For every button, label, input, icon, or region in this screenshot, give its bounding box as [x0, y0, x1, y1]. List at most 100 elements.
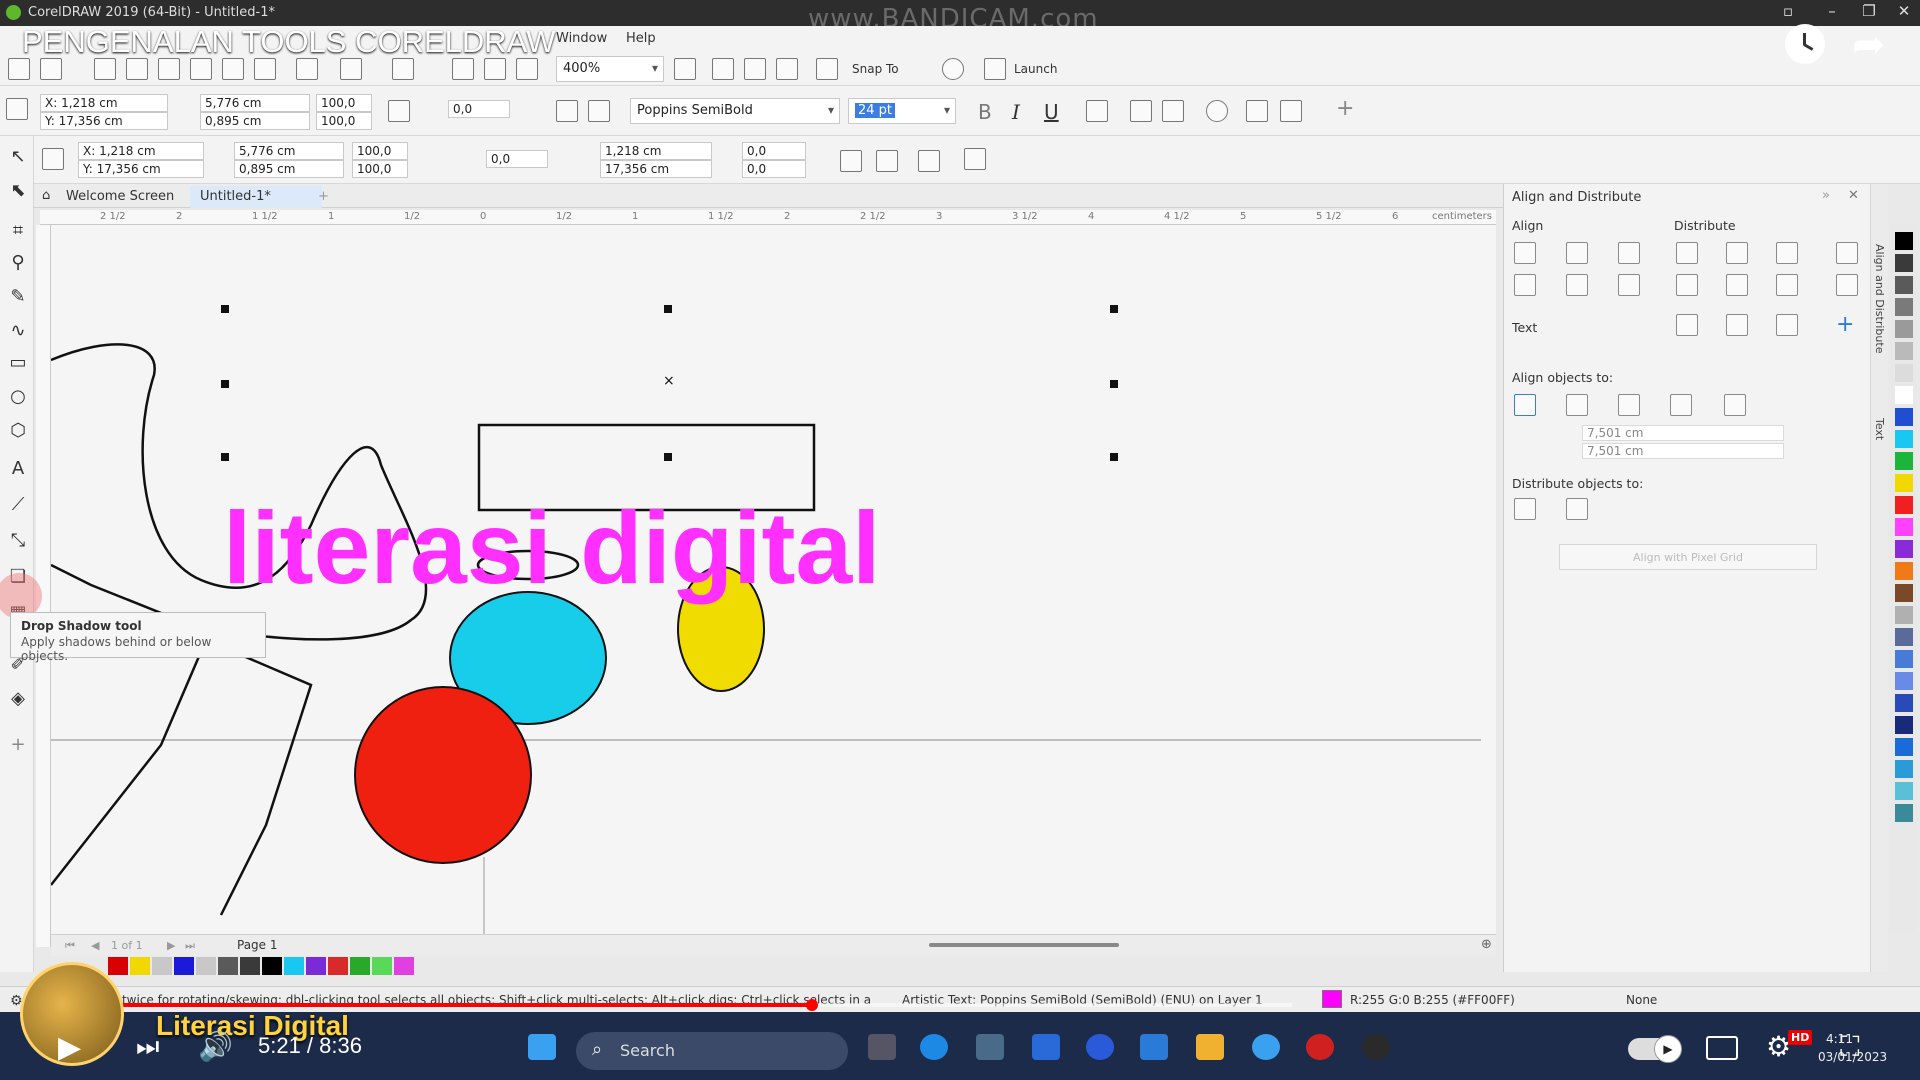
scale-width-field-2[interactable]: 100,0	[352, 142, 408, 160]
align-page-edge-icon[interactable]	[1566, 394, 1588, 416]
launch-icon[interactable]	[984, 58, 1006, 80]
rotation-field-2[interactable]: 0,0	[486, 150, 548, 168]
y-position-field[interactable]: Y: 17,356 cm	[40, 112, 168, 130]
export-icon[interactable]	[484, 58, 506, 80]
menu-help[interactable]: Help	[626, 31, 656, 46]
next-page-icon[interactable]: ▶	[167, 939, 175, 952]
palette-swatch[interactable]	[1895, 606, 1913, 624]
palette-swatch[interactable]	[1895, 452, 1913, 470]
distribute-spacing-h-icon[interactable]	[1836, 242, 1858, 264]
distribute-center-icon[interactable]	[1726, 242, 1748, 264]
text-baseline-last-icon[interactable]	[1726, 314, 1748, 336]
vtab-text[interactable]: Text	[1873, 418, 1886, 440]
palette-swatch[interactable]	[1895, 694, 1913, 712]
new-tab-icon[interactable]: +	[308, 186, 339, 208]
edit-text-icon[interactable]	[1246, 100, 1268, 122]
align-x-field[interactable]: 7,501 cm	[1582, 425, 1784, 441]
collapse-docker-icon[interactable]: »	[1822, 188, 1830, 203]
freehand-tool-icon[interactable]: ✎	[7, 286, 29, 308]
align-center-horizontal-icon[interactable]	[1566, 242, 1588, 264]
first-page-icon[interactable]: ⏮	[65, 939, 75, 953]
palette-swatch[interactable]	[1895, 716, 1913, 734]
palette-swatch[interactable]	[1895, 298, 1913, 316]
grid-icon[interactable]	[744, 58, 766, 80]
restore-icon[interactable]: ▫	[1774, 2, 1802, 24]
center-y-field[interactable]: 17,356 cm	[600, 160, 712, 178]
add-text-align-icon[interactable]: +	[1836, 312, 1854, 337]
guidelines-icon[interactable]	[776, 58, 798, 80]
zoom-tool-icon[interactable]: ⚲	[7, 252, 29, 274]
cut-icon[interactable]	[222, 58, 244, 80]
palette-swatch[interactable]	[1895, 474, 1913, 492]
palette-swatch[interactable]	[1895, 760, 1913, 778]
palette-swatch[interactable]	[1895, 782, 1913, 800]
cloud-upload-icon[interactable]	[126, 58, 148, 80]
document-palette-swatch[interactable]	[372, 957, 392, 975]
mirror-horizontal-icon[interactable]	[556, 100, 578, 122]
rectangle-tool-icon[interactable]: ▭	[7, 352, 29, 374]
tab-welcome-screen[interactable]: Welcome Screen	[56, 186, 184, 208]
palette-swatch[interactable]	[1895, 430, 1913, 448]
palette-swatch[interactable]	[1895, 738, 1913, 756]
scale-height-field-2[interactable]: 100,0	[352, 160, 408, 178]
vtab-align-distribute[interactable]: Align and Distribute	[1873, 244, 1886, 353]
document-palette-swatch[interactable]	[328, 957, 348, 975]
document-palette-swatch[interactable]	[130, 957, 150, 975]
palette-swatch[interactable]	[1895, 254, 1913, 272]
copy-icon[interactable]	[254, 58, 276, 80]
palette-swatch[interactable]	[1895, 672, 1913, 690]
x-position-field-2[interactable]: X: 1,218 cm	[78, 142, 204, 160]
close-button[interactable]: ✕	[1890, 2, 1918, 24]
pick-tool-icon[interactable]: ↖	[7, 146, 29, 168]
add-icon[interactable]: +	[1336, 96, 1354, 121]
text-bounding-box-icon[interactable]	[1776, 314, 1798, 336]
document-palette-swatch[interactable]	[152, 957, 172, 975]
last-page-icon[interactable]: ⏭	[185, 939, 195, 953]
watch-later-icon[interactable]	[1785, 24, 1825, 64]
transform-icon[interactable]	[918, 150, 940, 172]
bullet-list-icon[interactable]	[1130, 100, 1152, 122]
mirror-vertical-icon-2[interactable]	[876, 150, 898, 172]
align-top-icon[interactable]	[1514, 274, 1536, 296]
open-icon[interactable]	[40, 58, 62, 80]
distribute-left-icon[interactable]	[1676, 242, 1698, 264]
text-tool-icon[interactable]: A	[7, 458, 29, 480]
artistic-media-tool-icon[interactable]: ∿	[7, 320, 29, 342]
tab-untitled-1[interactable]: Untitled-1*	[190, 186, 322, 208]
snap-icon[interactable]	[816, 58, 838, 80]
crop-tool-icon[interactable]: ⌗	[7, 220, 29, 242]
align-left-icon[interactable]	[1514, 242, 1536, 264]
document-palette-swatch[interactable]	[218, 957, 238, 975]
document-palette-swatch[interactable]	[174, 957, 194, 975]
close-docker-icon[interactable]: ✕	[1848, 188, 1859, 203]
mirror-horizontal-icon-2[interactable]	[840, 150, 862, 172]
file-explorer-icon[interactable]	[1196, 1034, 1224, 1060]
fill-swatch[interactable]	[1322, 990, 1342, 1008]
palette-swatch[interactable]	[1895, 496, 1913, 514]
page-1-tab[interactable]: Page 1	[237, 938, 278, 952]
x-position-field[interactable]: X: 1,218 cm	[40, 94, 168, 112]
align-active-objects-icon[interactable]	[1514, 394, 1536, 416]
align-center-vertical-icon[interactable]	[1566, 274, 1588, 296]
font-list-select[interactable]: Poppins SemiBold	[630, 98, 840, 124]
width-field-2[interactable]: 5,776 cm	[234, 142, 344, 160]
position-x-field[interactable]: 0,0	[742, 142, 806, 160]
paste-icon[interactable]	[296, 58, 318, 80]
interactive-fill-tool-icon[interactable]: ◈	[7, 688, 29, 710]
palette-swatch[interactable]	[1895, 320, 1913, 338]
add-tool-icon[interactable]: +	[7, 734, 29, 756]
mirror-vertical-icon[interactable]	[588, 100, 610, 122]
play-icon[interactable]: ▶	[58, 1030, 81, 1065]
object-origin-icon-2[interactable]	[42, 148, 64, 170]
chrome-icon[interactable]	[1252, 1034, 1280, 1060]
align-pixel-grid-button[interactable]: Align with Pixel Grid	[1559, 544, 1817, 570]
text-baseline-first-icon[interactable]	[1676, 314, 1698, 336]
save-icon[interactable]	[94, 58, 116, 80]
palette-swatch[interactable]	[1895, 408, 1913, 426]
bandicam-record-icon[interactable]	[1306, 1034, 1334, 1060]
document-palette-swatch[interactable]	[240, 957, 260, 975]
document-palette-swatch[interactable]	[108, 957, 128, 975]
menu-window[interactable]: Window	[556, 31, 607, 46]
print-icon[interactable]	[190, 58, 212, 80]
minimize-button[interactable]: –	[1818, 2, 1846, 24]
